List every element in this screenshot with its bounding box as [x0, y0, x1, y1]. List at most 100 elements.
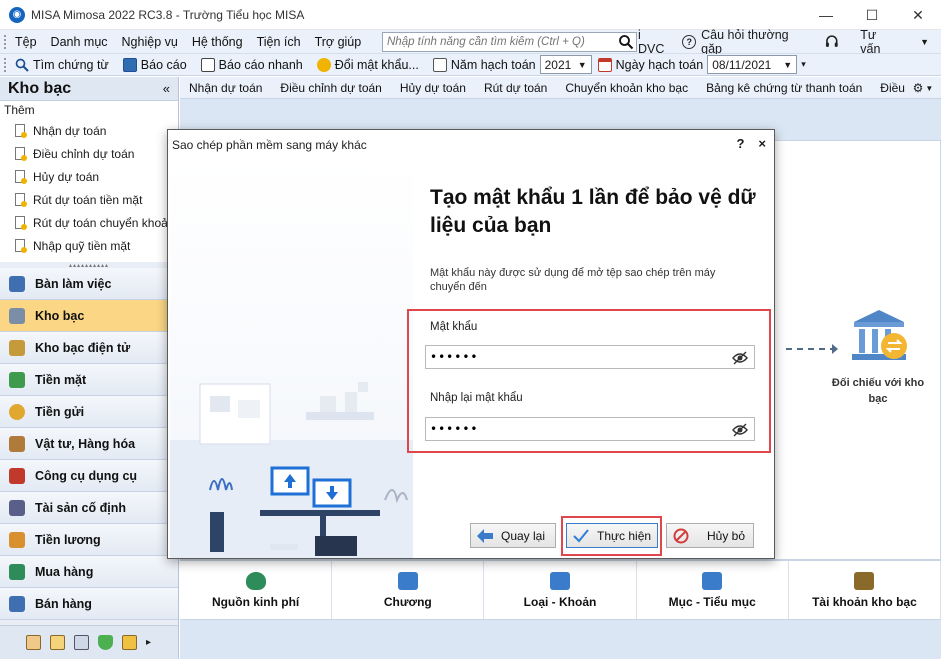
eye-slash-icon[interactable]: [732, 350, 748, 366]
feature-search-input[interactable]: [383, 36, 608, 48]
chevron-down-icon: ▼: [920, 37, 929, 47]
confirm-password-field[interactable]: [425, 417, 755, 441]
menu-file[interactable]: Tệp: [8, 35, 44, 49]
shortcut-receipt-icon[interactable]: [26, 635, 41, 650]
search-icon[interactable]: [618, 34, 634, 50]
faq-label: Câu hỏi thường gặp: [701, 28, 789, 56]
cancel-icon: [673, 528, 689, 543]
tab-receive-estimate[interactable]: Nhận dự toán: [180, 81, 271, 95]
fiscal-year-label-wrap: Năm hạch toán: [426, 57, 540, 72]
nav-deposit[interactable]: Tiền gửi: [0, 396, 178, 428]
fiscal-year-select[interactable]: 2021 ▼: [539, 55, 592, 74]
password-input[interactable]: [426, 347, 716, 367]
menu-operations[interactable]: Nghiệp vụ: [115, 35, 185, 49]
maximize-icon[interactable]: ☐: [849, 0, 895, 30]
quick-report-label: Báo cáo nhanh: [218, 57, 303, 72]
cancel-button[interactable]: Hủy bỏ: [666, 523, 754, 548]
tab-treasury-transfer[interactable]: Chuyển khoản kho bạc: [556, 81, 697, 95]
shortcut-mail-icon[interactable]: [122, 635, 137, 650]
menu-utilities[interactable]: Tiện ích: [250, 35, 308, 49]
close-icon[interactable]: ✕: [895, 0, 941, 30]
nav-desk[interactable]: Bàn làm việc: [0, 268, 178, 300]
shortcut-edit-icon[interactable]: [74, 635, 89, 650]
tab-withdraw-estimate[interactable]: Rút dự toán: [475, 81, 556, 95]
change-password-label: Đổi mật khẩu...: [334, 57, 419, 72]
card-label: Nguồn kinh phí: [211, 594, 300, 609]
more-shortcuts-icon[interactable]: ▸: [146, 637, 151, 648]
card-chapter[interactable]: Chương: [332, 561, 485, 619]
shortcut-shield-icon[interactable]: [98, 635, 113, 650]
task-receive-estimate[interactable]: Nhận dự toán: [0, 119, 178, 142]
nav-salary[interactable]: Tiền lương: [0, 524, 178, 556]
nav-materials[interactable]: Vật tư, Hàng hóa: [0, 428, 178, 460]
card-category-item[interactable]: Loại - Khoản: [484, 561, 637, 619]
tab-payment-voucher-list[interactable]: Bảng kê chứng từ thanh toán: [697, 81, 871, 95]
document-icon: [15, 170, 27, 184]
coin-hand-icon: [9, 403, 25, 420]
dialog-description: Mật khẩu này được sử dụng để mở tệp sao …: [430, 267, 716, 293]
task-adjust-estimate[interactable]: Điều chỉnh dự toán: [0, 142, 178, 165]
task-list: Nhận dự toán Điều chỉnh dự toán Hủy dự t…: [0, 119, 178, 262]
shortcut-invoice-icon[interactable]: [50, 635, 65, 650]
confirm-password-input[interactable]: [426, 419, 716, 439]
copy-software-dialog: Sao chép phần mềm sang máy khác ? × Tạo …: [167, 129, 775, 559]
toolbar-overflow-icon[interactable]: ▾: [801, 59, 806, 70]
card-treasury-account[interactable]: Tài khoản kho bạc: [789, 561, 941, 619]
cancel-button-label: Hủy bỏ: [707, 528, 746, 543]
back-button[interactable]: Quay lại: [470, 523, 556, 548]
menu-catalog[interactable]: Danh mục: [44, 35, 115, 49]
feature-search-box[interactable]: [382, 32, 637, 52]
tab-adjust-estimate[interactable]: Điều chỉnh dự toán: [271, 81, 390, 95]
close-icon[interactable]: ×: [758, 136, 766, 151]
posting-date-picker[interactable]: 08/11/2021 ▼: [707, 55, 798, 74]
question-circle-icon: ?: [682, 35, 697, 49]
find-voucher-label: Tìm chứng từ: [33, 57, 109, 72]
sales-icon: [9, 595, 25, 612]
change-password-button[interactable]: Đổi mật khẩu...: [310, 57, 426, 72]
nav-treasury[interactable]: Kho bạc: [0, 300, 178, 332]
office-illustration-art: [170, 382, 413, 558]
nav-label: Kho bạc điện tử: [35, 340, 131, 355]
faq-link[interactable]: ? Câu hỏi thường gặp: [682, 28, 811, 56]
double-chevron-left-icon[interactable]: «: [163, 81, 170, 96]
minimize-icon[interactable]: —: [803, 0, 849, 30]
nav-tools[interactable]: Công cụ dụng cụ: [0, 460, 178, 492]
task-label: Điều chỉnh dự toán: [33, 146, 135, 161]
task-withdraw-transfer[interactable]: Rút dự toán chuyển khoản: [0, 211, 178, 234]
help-icon[interactable]: ?: [736, 136, 744, 151]
menu-help[interactable]: Trợ giúp: [308, 35, 369, 49]
find-voucher-button[interactable]: Tìm chứng từ: [8, 58, 116, 72]
nav-cash[interactable]: Tiền mặt: [0, 364, 178, 396]
task-cash-deposit[interactable]: Nhập quỹ tiền mặt: [0, 234, 178, 257]
menu-system[interactable]: Hệ thống: [185, 35, 250, 49]
cart-icon: [9, 563, 25, 580]
quick-report-button[interactable]: Báo cáo nhanh: [194, 57, 310, 72]
nav-label: Vật tư, Hàng hóa: [35, 436, 136, 451]
dvc-link[interactable]: i DVC: [638, 28, 670, 56]
report-button[interactable]: Báo cáo: [116, 57, 194, 72]
fiscal-year-label: Năm hạch toán: [450, 57, 536, 72]
building-icon: [9, 499, 25, 516]
fiscal-year-value: 2021: [544, 57, 572, 72]
nav-e-treasury[interactable]: Kho bạc điện tử: [0, 332, 178, 364]
task-label: Hủy dự toán: [33, 169, 100, 184]
eye-slash-icon[interactable]: [732, 422, 748, 438]
document-icon: [15, 193, 27, 207]
nav-purchase[interactable]: Mua hàng: [0, 556, 178, 588]
card-funding-source[interactable]: Nguồn kinh phí: [180, 561, 333, 619]
execute-button[interactable]: Thực hiện: [566, 523, 658, 548]
dialog-heading: Tạo mật khẩu 1 lần để bảo vệ dữ liệu của…: [430, 186, 756, 237]
left-panel-title: Kho bạc: [8, 79, 72, 97]
flow-node-reconcile[interactable]: [838, 306, 920, 371]
consult-link[interactable]: Tư vấn ▼: [824, 28, 929, 56]
nav-fixed-assets[interactable]: Tài sản cố định: [0, 492, 178, 524]
card-section-subsection[interactable]: Mục - Tiểu mục: [637, 561, 789, 619]
nav-sales[interactable]: Bán hàng: [0, 588, 178, 620]
task-cancel-estimate[interactable]: Hủy dự toán: [0, 165, 178, 188]
tab-cancel-estimate[interactable]: Hủy dự toán: [391, 81, 475, 95]
consult-label: Tư vấn: [860, 28, 881, 56]
task-withdraw-cash[interactable]: Rút dự toán tiền mặt: [0, 188, 178, 211]
nav-label: Tiền gửi: [35, 404, 85, 419]
password-field[interactable]: [425, 345, 755, 369]
tab-settings[interactable]: ⚙ ▼: [905, 77, 941, 98]
